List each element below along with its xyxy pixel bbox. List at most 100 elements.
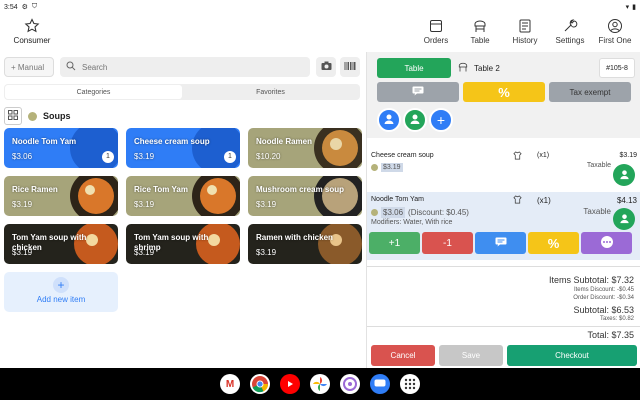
product-price: $3.06 xyxy=(12,152,33,161)
line-item-name: Cheese cream soup xyxy=(371,152,434,159)
chrome-icon[interactable] xyxy=(250,374,270,394)
chair-icon xyxy=(460,18,500,34)
app-icon[interactable] xyxy=(340,374,360,394)
note-button[interactable] xyxy=(377,82,459,102)
more-icon xyxy=(600,235,614,252)
comment-icon xyxy=(412,86,424,98)
nav-orders[interactable]: Orders xyxy=(416,18,456,45)
product-price: $3.19 xyxy=(256,248,277,257)
barcode-button[interactable] xyxy=(340,57,360,77)
nav-consumer[interactable]: Consumer xyxy=(10,18,54,45)
product-card[interactable]: Cheese cream soup $3.19 1 xyxy=(126,128,240,168)
add-new-item-button[interactable]: + Add new item xyxy=(4,272,118,312)
add-new-item-label: Add new item xyxy=(36,295,86,304)
product-card[interactable]: Rice Ramen $3.19 xyxy=(4,176,118,216)
product-card[interactable]: Noodle Tom Yam $3.06 1 xyxy=(4,128,118,168)
decrement-qty-button[interactable]: -1 xyxy=(422,232,473,254)
nav-first-one[interactable]: First One xyxy=(595,18,635,45)
order-discount-button[interactable]: % xyxy=(463,82,545,102)
add-customer-button[interactable]: + xyxy=(429,108,453,132)
photos-icon[interactable] xyxy=(310,374,330,394)
taxes: Taxes: $0.82 xyxy=(599,316,634,322)
product-price: $3.19 xyxy=(134,248,155,257)
shield-icon: ⛉ xyxy=(31,3,38,10)
youtube-icon[interactable] xyxy=(280,374,300,394)
product-card[interactable]: Noodle Ramen $10.20 xyxy=(248,128,362,168)
save-button[interactable]: Save xyxy=(439,345,503,366)
shirt-icon xyxy=(513,195,522,206)
more-options-button[interactable] xyxy=(581,232,632,254)
line-item-qty: (x1) xyxy=(537,152,550,159)
line-item-unit-price: $3.19 xyxy=(381,163,403,172)
line-item-unit-price: $3.06 xyxy=(381,207,406,218)
category-header: Soups xyxy=(4,106,71,126)
product-card[interactable]: Tom Yam soup with shrimp $3.19 xyxy=(126,224,240,264)
product-name: Noodle Ramen xyxy=(256,137,313,146)
product-card[interactable]: Tom Yam soup with chicken $3.19 xyxy=(4,224,118,264)
subtotal: Subtotal: $6.53 xyxy=(573,305,634,315)
order-panel: Table Table 2 #105-8 % Tax exempt + Chee… xyxy=(366,52,640,368)
battery-icon: ▮ xyxy=(632,4,636,11)
checkout-button[interactable]: Checkout xyxy=(507,345,637,366)
line-item-qty: (x1) xyxy=(537,196,551,205)
line-item-detail: $3.06 (Discount: $0.45) xyxy=(371,207,469,218)
line-item-price: $4.13 xyxy=(616,196,637,205)
line-item-customer-avatar[interactable] xyxy=(613,164,635,186)
items-discount: Items Discount: -$0.45 xyxy=(573,287,634,293)
user-icon xyxy=(383,113,395,127)
app-drawer-icon[interactable] xyxy=(400,374,420,394)
nav-orders-label: Orders xyxy=(423,36,449,45)
product-card[interactable]: Rice Tom Yam $3.19 xyxy=(126,176,240,216)
manual-add-button[interactable]: + Manual xyxy=(4,57,54,77)
nav-settings-label: Settings xyxy=(555,36,585,45)
user-icon xyxy=(619,213,630,226)
comment-icon xyxy=(495,237,507,250)
wifi-icon: ▾ xyxy=(625,4,630,11)
category-color-dot xyxy=(371,209,378,216)
line-item-customer-avatar[interactable] xyxy=(613,208,635,230)
nav-table[interactable]: Table xyxy=(460,18,500,45)
cancel-button[interactable]: Cancel xyxy=(371,345,435,366)
grid-icon xyxy=(8,110,18,122)
order-discount: Order Discount: -$0.34 xyxy=(573,295,634,301)
gmail-icon[interactable]: M xyxy=(220,374,240,394)
nav-history[interactable]: History xyxy=(505,18,545,45)
product-card[interactable]: Ramen with chicken $3.19 xyxy=(248,224,362,264)
table-button[interactable]: Table xyxy=(377,58,451,78)
inbox-icon xyxy=(416,18,456,34)
table-selector[interactable]: Table 2 xyxy=(457,58,500,78)
customer-avatar[interactable] xyxy=(377,108,401,132)
nav-settings[interactable]: Settings xyxy=(550,18,590,45)
item-note-button[interactable] xyxy=(475,232,526,254)
line-item-discount: (Discount: $0.45) xyxy=(408,208,469,217)
plus-icon: + xyxy=(436,112,446,128)
product-name: Noodle Tom Yam xyxy=(12,137,77,146)
soup-image xyxy=(314,176,362,216)
soup-image xyxy=(318,224,362,264)
customer-avatar[interactable] xyxy=(403,108,427,132)
grid-view-button[interactable] xyxy=(4,107,22,125)
table-name: Table 2 xyxy=(474,63,500,73)
category-name: Soups xyxy=(43,111,71,121)
tax-exempt-button[interactable]: Tax exempt xyxy=(549,82,631,102)
divider xyxy=(367,326,640,327)
item-discount-button[interactable]: % xyxy=(528,232,579,254)
product-price: $3.19 xyxy=(12,200,33,209)
increment-qty-button[interactable]: +1 xyxy=(369,232,420,254)
search-input[interactable] xyxy=(82,62,282,72)
messages-icon[interactable] xyxy=(370,374,390,394)
product-price: $10.20 xyxy=(256,152,281,161)
tab-categories[interactable]: Categories xyxy=(5,85,182,99)
tab-favorites[interactable]: Favorites xyxy=(182,85,359,99)
order-line-item[interactable]: Cheese cream soup (x1) $3.19 $3.19 Taxab… xyxy=(367,151,640,190)
order-number: #105-8 xyxy=(599,58,635,78)
settings-gear-icon: ⚙ xyxy=(21,4,28,11)
taxable-label: Taxable xyxy=(583,207,611,216)
product-count-badge: 1 xyxy=(102,151,114,163)
camera-button[interactable] xyxy=(316,57,336,77)
category-color-dot xyxy=(371,164,378,171)
product-card[interactable]: Mushroom cream soup $3.19 xyxy=(248,176,362,216)
divider xyxy=(367,266,640,267)
nav-table-label: Table xyxy=(470,36,490,45)
product-price: $3.19 xyxy=(134,200,155,209)
